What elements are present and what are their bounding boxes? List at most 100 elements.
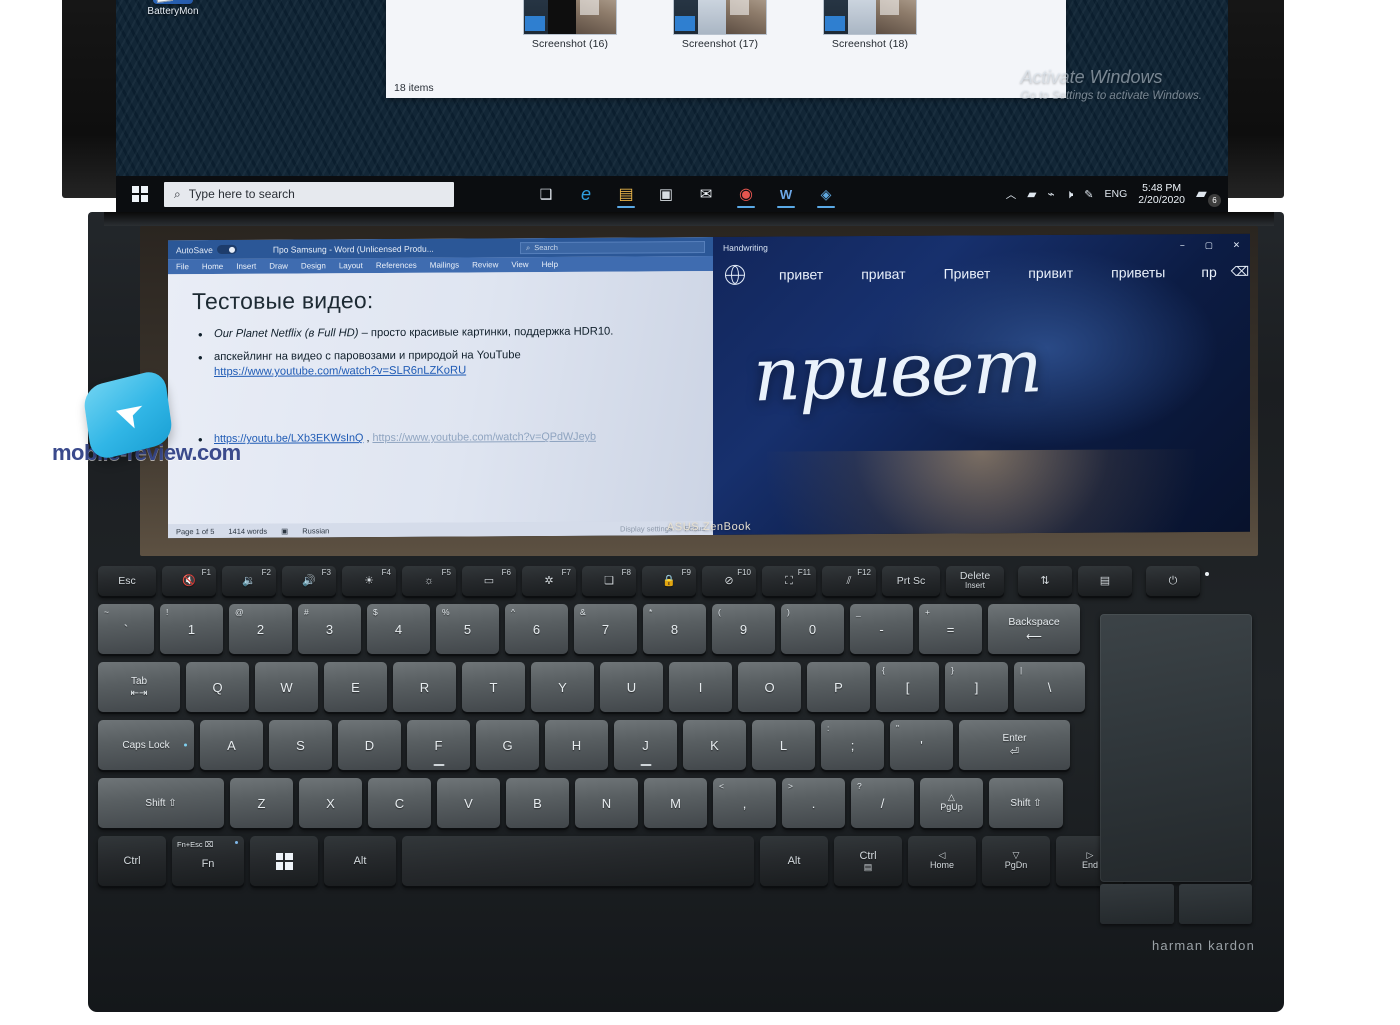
f5-key[interactable]: F5 ☼ bbox=[402, 566, 456, 596]
f1-key[interactable]: F1 🔇 bbox=[162, 566, 216, 596]
bracket-left-key[interactable]: {[ bbox=[876, 662, 939, 712]
g-key[interactable]: G bbox=[476, 720, 539, 770]
minus-key[interactable]: _ - bbox=[850, 604, 913, 654]
globe-icon[interactable] bbox=[725, 264, 745, 285]
myasus-icon[interactable]: ◈ bbox=[809, 179, 843, 209]
handwriting-window[interactable]: Handwriting − ▢ ✕ привет приват Привет п… bbox=[713, 233, 1250, 535]
start-button[interactable] bbox=[116, 186, 164, 202]
chrome-icon[interactable]: ◉ bbox=[729, 179, 763, 209]
a-key[interactable]: A bbox=[200, 720, 263, 770]
f9-key[interactable]: F9 🔒 bbox=[642, 566, 696, 596]
word-window[interactable]: AutoSave Про Samsung - Word (Unlicensed … bbox=[168, 236, 713, 539]
period-key[interactable]: >. bbox=[782, 778, 845, 828]
semicolon-key[interactable]: :; bbox=[821, 720, 884, 770]
x-key[interactable]: X bbox=[299, 778, 362, 828]
f11-key[interactable]: F11 ⛶ bbox=[762, 566, 816, 596]
backspace-icon[interactable]: ⌫ bbox=[1231, 264, 1249, 280]
9-key[interactable]: (9 bbox=[712, 604, 775, 654]
delete-key[interactable]: Delete Insert bbox=[946, 566, 1004, 596]
3-key[interactable]: #3 bbox=[298, 604, 361, 654]
comma-key[interactable]: <, bbox=[713, 778, 776, 828]
f12-key[interactable]: F12 ⫽ bbox=[822, 566, 876, 596]
h-key[interactable]: H bbox=[545, 720, 608, 770]
z-key[interactable]: Z bbox=[230, 778, 293, 828]
quote-key[interactable]: " ' bbox=[890, 720, 953, 770]
y-key[interactable]: Y bbox=[531, 662, 594, 712]
tab-insert[interactable]: Insert bbox=[236, 262, 256, 271]
file-explorer-window[interactable]: Screenshot (16) Screenshot (17) Screensh… bbox=[386, 0, 1066, 98]
tab-mailings[interactable]: Mailings bbox=[430, 261, 459, 270]
4-key[interactable]: $4 bbox=[367, 604, 430, 654]
backspace-key[interactable]: Backspace ⟵ bbox=[988, 604, 1080, 654]
suggestion-3[interactable]: Привет bbox=[944, 265, 991, 281]
suggestion-6[interactable]: пр bbox=[1201, 264, 1216, 280]
enter-key[interactable]: Enter ⏎ bbox=[959, 720, 1070, 770]
v-key[interactable]: V bbox=[437, 778, 500, 828]
autosave-switch[interactable] bbox=[216, 244, 237, 255]
e-key[interactable]: E bbox=[324, 662, 387, 712]
word-icon[interactable]: W bbox=[769, 179, 803, 209]
ctrl-right-key[interactable]: Ctrl ▤ bbox=[834, 836, 902, 886]
mail-icon[interactable]: ✉ bbox=[689, 179, 723, 209]
tab-layout[interactable]: Layout bbox=[339, 261, 363, 270]
tab-design[interactable]: Design bbox=[301, 261, 326, 270]
0-key[interactable]: ) 0 bbox=[781, 604, 844, 654]
print-screen-key[interactable]: Prt Sc bbox=[882, 566, 940, 596]
b-key[interactable]: B bbox=[506, 778, 569, 828]
desktop-icon-batterymon[interactable]: BatteryMon bbox=[134, 0, 212, 17]
document-link-youtube-1[interactable]: https://www.youtube.com/watch?v=SLR6nLZK… bbox=[214, 365, 466, 379]
t-key[interactable]: T bbox=[462, 662, 525, 712]
document-page[interactable]: Тестовые видео: Our Planet Netflix (в Fu… bbox=[168, 270, 713, 525]
word-search-input[interactable]: ⌕ Search bbox=[520, 240, 705, 254]
esc-key[interactable]: Esc bbox=[98, 566, 156, 596]
screen-swap-key[interactable]: ⇅ bbox=[1018, 566, 1072, 596]
1-key[interactable]: ! 1 bbox=[160, 604, 223, 654]
f6-key[interactable]: F6 ▭ bbox=[462, 566, 516, 596]
tab-draw[interactable]: Draw bbox=[269, 262, 288, 271]
autosave-toggle[interactable]: AutoSave bbox=[176, 244, 237, 255]
windows-key[interactable] bbox=[250, 836, 318, 886]
d-key[interactable]: D bbox=[338, 720, 401, 770]
pen-icon[interactable]: ✎ bbox=[1084, 188, 1093, 201]
battery-icon[interactable]: ▰ bbox=[1027, 187, 1036, 201]
c-key[interactable]: C bbox=[368, 778, 431, 828]
file-explorer-icon[interactable]: ▤ bbox=[609, 179, 643, 209]
u-key[interactable]: U bbox=[600, 662, 663, 712]
tab-references[interactable]: References bbox=[376, 261, 417, 270]
f2-key[interactable]: F2 🔉 bbox=[222, 566, 276, 596]
notification-icon[interactable]: ▰ 6 bbox=[1196, 185, 1221, 207]
caps-lock-key[interactable]: Caps Lock bbox=[98, 720, 194, 770]
suggestion-5[interactable]: приветы bbox=[1111, 264, 1165, 280]
i-key[interactable]: I bbox=[669, 662, 732, 712]
document-link-youtube-2[interactable]: https://www.youtube.com/watch?v=QPdWJeyb bbox=[372, 431, 596, 444]
6-key[interactable]: ^ 6 bbox=[505, 604, 568, 654]
list-item[interactable]: Screenshot (17) bbox=[668, 0, 772, 50]
r-key[interactable]: R bbox=[393, 662, 456, 712]
list-item[interactable]: Screenshot (16) bbox=[518, 0, 622, 50]
suggestion-2[interactable]: приват bbox=[861, 266, 905, 282]
minimize-icon[interactable]: − bbox=[1180, 240, 1185, 250]
search-input[interactable]: ⌕ Type here to search bbox=[164, 181, 454, 207]
alt-right-key[interactable]: Alt bbox=[760, 836, 828, 886]
volume-muted-icon[interactable]: 🕨 bbox=[1066, 187, 1074, 202]
tab-view[interactable]: View bbox=[511, 260, 528, 269]
tab-home[interactable]: Home bbox=[202, 262, 223, 271]
f10-key[interactable]: F10 ⊘ bbox=[702, 566, 756, 596]
ctrl-left-key[interactable]: Ctrl bbox=[98, 836, 166, 886]
f-key[interactable]: F bbox=[407, 720, 470, 770]
equals-key[interactable]: + = bbox=[919, 604, 982, 654]
alt-left-key[interactable]: Alt bbox=[324, 836, 396, 886]
f3-key[interactable]: F3 🔊 bbox=[282, 566, 336, 596]
power-key[interactable]: ⏻ bbox=[1146, 566, 1209, 596]
shift-left-key[interactable]: Shift ⇧ bbox=[98, 778, 224, 828]
suggestion-4[interactable]: привит bbox=[1028, 265, 1073, 281]
5-key[interactable]: % 5 bbox=[436, 604, 499, 654]
edge-icon[interactable]: e bbox=[569, 179, 603, 209]
list-item[interactable]: Screenshot (18) bbox=[818, 0, 922, 50]
tab-file[interactable]: File bbox=[176, 262, 189, 271]
task-view-icon[interactable]: ❑ bbox=[529, 179, 563, 209]
arrow-up-key[interactable]: △ PgUp bbox=[920, 778, 983, 828]
close-icon[interactable]: ✕ bbox=[1233, 239, 1240, 250]
language-indicator[interactable]: ENG bbox=[1105, 188, 1128, 200]
q-key[interactable]: Q bbox=[186, 662, 249, 712]
